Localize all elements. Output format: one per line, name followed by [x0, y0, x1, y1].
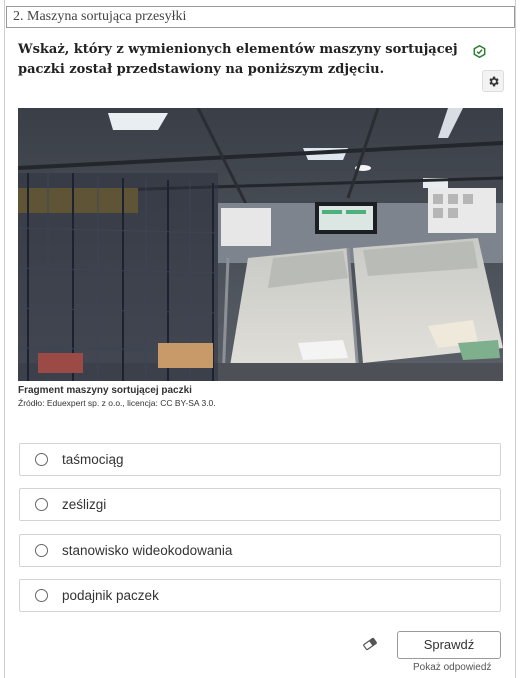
caption-title: Fragment maszyny sortującej paczki [18, 385, 192, 396]
radio-button[interactable] [35, 498, 48, 511]
answer-option[interactable]: podajnik paczek [19, 579, 501, 612]
gear-icon [488, 76, 499, 86]
settings-button[interactable] [482, 70, 504, 92]
sorting-machine-photo [18, 108, 503, 381]
answer-option-label: taśmociąg [62, 452, 124, 467]
check-button[interactable]: Sprawdź [397, 631, 501, 659]
answer-option[interactable]: taśmociąg [19, 443, 501, 476]
answer-option[interactable]: ześlizgi [19, 488, 501, 521]
radio-button[interactable] [35, 544, 48, 557]
figure-caption: Fragment maszyny sortującej paczki Źródł… [18, 385, 216, 409]
answer-option-label: stanowisko wideokodowania [62, 543, 233, 558]
radio-button[interactable] [35, 453, 48, 466]
exercise-title: 2. Maszyna sortująca przesyłki [6, 6, 515, 28]
answer-option-label: podajnik paczek [62, 588, 159, 603]
question-text: Wskaż, który z wymienionych elementów ma… [18, 42, 458, 77]
caption-source: Źródło: Eduexpert sp. z o.o., licencja: … [18, 398, 216, 408]
photo-illustration [18, 108, 503, 381]
hexagon-check-icon [473, 45, 486, 58]
answer-option[interactable]: stanowisko wideokodowania [19, 534, 501, 567]
eraser-icon[interactable] [362, 637, 378, 651]
show-answer-link[interactable]: Pokaż odpowiedź [413, 662, 491, 673]
answer-option-label: ześlizgi [62, 497, 107, 512]
radio-button[interactable] [35, 589, 48, 602]
